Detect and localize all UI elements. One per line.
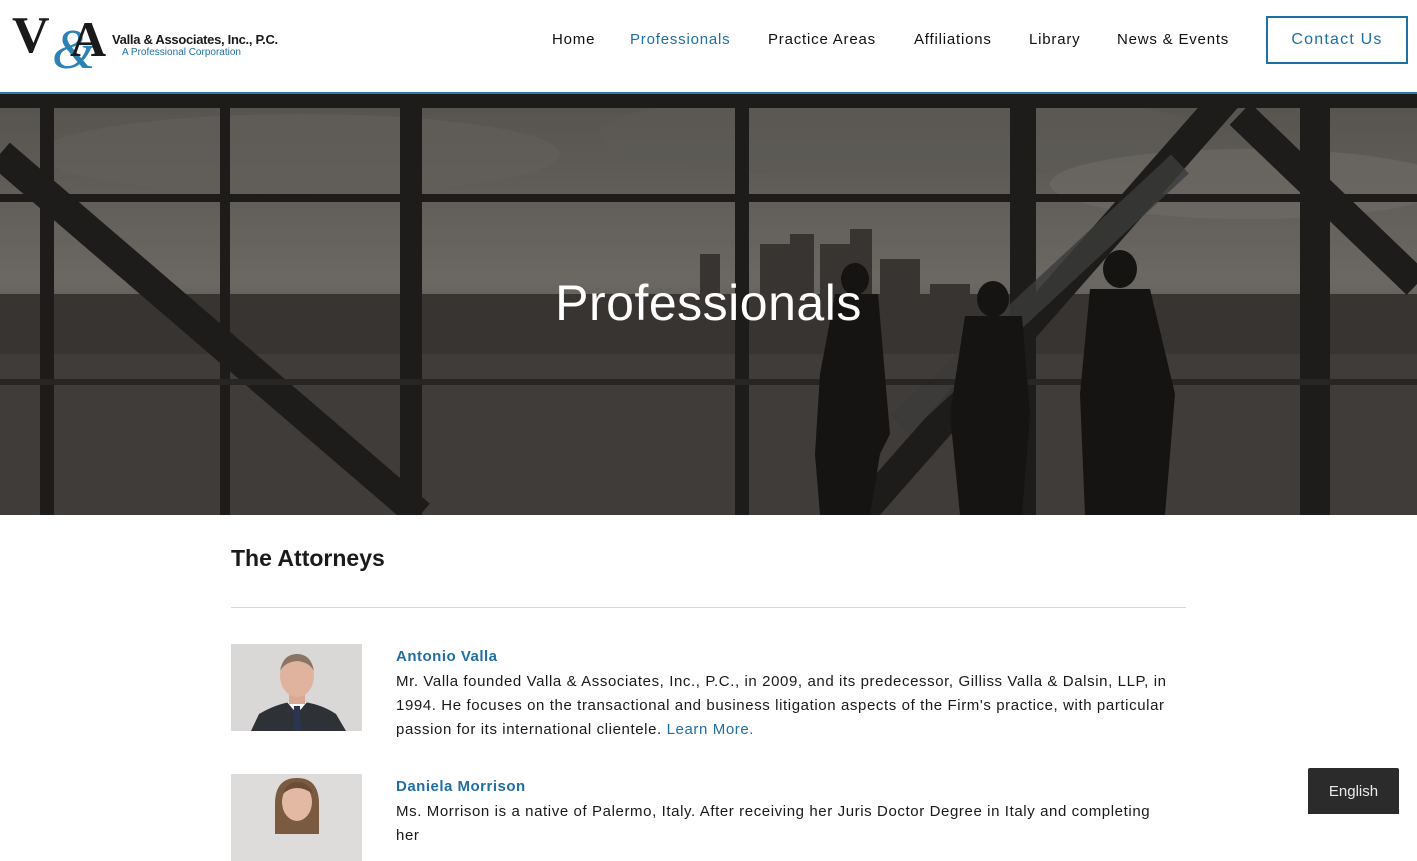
- page-title: Professionals: [555, 275, 862, 331]
- attorney-photo[interactable]: [231, 644, 362, 731]
- attorney-name[interactable]: Daniela Morrison: [396, 778, 526, 795]
- brand-tagline: A Professional Corporation: [122, 47, 241, 58]
- nav-affiliations[interactable]: Affiliations: [914, 31, 992, 48]
- nav-library[interactable]: Library: [1029, 31, 1080, 48]
- nav-news-events[interactable]: News & Events: [1117, 31, 1229, 48]
- svg-text:A: A: [70, 11, 106, 67]
- nav-home[interactable]: Home: [552, 31, 595, 48]
- attorney-bio-text: Mr. Valla founded Valla & Associates, In…: [396, 673, 1167, 738]
- brand-name: Valla & Associates, Inc., P.C.: [112, 32, 278, 47]
- section-divider: [231, 607, 1186, 608]
- section-title: The Attorneys: [231, 545, 385, 571]
- language-selector[interactable]: English: [1308, 768, 1399, 814]
- attorney-photo[interactable]: [231, 774, 362, 861]
- svg-text:V: V: [12, 8, 50, 64]
- attorney-bio: Ms. Morrison is a native of Palermo, Ita…: [396, 800, 1171, 848]
- hero-banner: Professionals: [0, 94, 1417, 515]
- site-header: V & A Valla & Associates, Inc., P.C. A P…: [0, 0, 1417, 94]
- nav-professionals[interactable]: Professionals: [630, 31, 730, 48]
- nav-practice-areas[interactable]: Practice Areas: [768, 31, 876, 48]
- attorney-bio-text: Ms. Morrison is a native of Palermo, Ita…: [396, 803, 1151, 844]
- portrait-daniela-morrison: [231, 774, 362, 861]
- attorney-name[interactable]: Antonio Valla: [396, 648, 498, 665]
- site-logo[interactable]: V & A Valla & Associates, Inc., P.C. A P…: [12, 8, 278, 74]
- attorney-bio: Mr. Valla founded Valla & Associates, In…: [396, 670, 1171, 742]
- portrait-antonio-valla: [231, 644, 362, 731]
- contact-us-button[interactable]: Contact Us: [1266, 16, 1408, 64]
- learn-more-link[interactable]: Learn More.: [667, 721, 754, 738]
